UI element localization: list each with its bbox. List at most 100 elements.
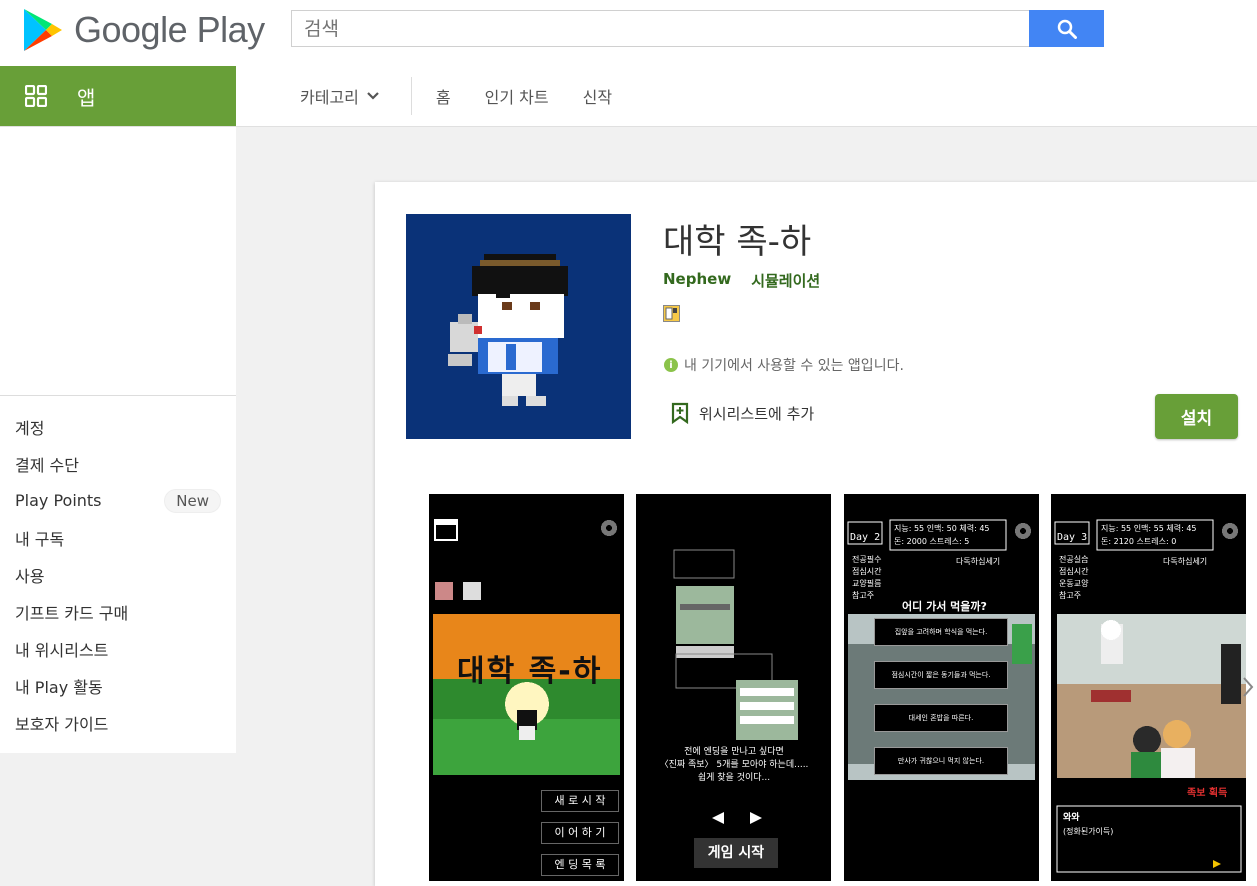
story-text: 전에 엔딩을 만나고 싶다면 〈진짜 족보〉 5개를 모아야 하는데..... … [644,746,824,785]
screenshot-1[interactable]: 대학 족-하 새 로 시 작 이 어 하 기 엔 딩 목 록 [429,494,624,881]
availability-text: 내 기기에서 사용할 수 있는 앱입니다. [684,358,904,374]
schedule-item: 운동교양 [1059,579,1089,588]
top-bar: Google Play [0,0,1257,66]
stat-hp: 체력: 45 [1166,524,1197,533]
stat-hp: 체력: 45 [959,524,990,533]
dialog-speaker: 와와 [1063,813,1080,823]
tutorial-art [636,494,831,881]
choice-option: 점심시간이 짧은 동기들과 먹는다. [874,661,1008,689]
question-text: 어디 가서 먹을까? [902,600,987,613]
apps-tab[interactable]: 앱 [0,66,236,126]
choice-list: 집앞을 고려하며 학식을 먹는다. 점심시간이 짧은 동기들과 먹는다. 대세인… [874,618,1008,775]
category-link[interactable]: 시뮬레이션 [751,270,820,291]
sidebar-item-play-points[interactable]: Play Points New [0,482,236,519]
schedule-list: 전공실습 점심시간 운동교양 참고주 [1059,554,1088,602]
wishlist-label: 위시리스트에 추가 [699,404,815,423]
developer-link[interactable]: Nephew [663,270,731,291]
add-to-wishlist-button[interactable]: 위시리스트에 추가 [671,402,814,424]
stat-int: 지능: 55 [1101,524,1132,533]
status-tag: 다독하십세기 [1163,557,1208,566]
menu-new-game: 새 로 시 작 [541,790,619,812]
nav-links: 카테고리 홈 인기 차트 신작 [300,66,612,126]
story-line: 〈진짜 족보〉 5개를 모아야 하는데..... [659,760,809,770]
schedule-item: 참고주 [852,591,875,600]
stat-stress: 스트레스: 5 [929,537,970,546]
sidebar-item-subscriptions[interactable]: 내 구독 [0,519,236,556]
nav-home[interactable]: 홈 [436,84,451,108]
day-label: Day 2 [850,532,881,543]
sidebar-item-label: 내 구독 [15,529,65,549]
stat-social: 인맥: 55 [1133,524,1164,533]
search-icon [1057,19,1077,39]
dialog-text: (정화된가이득) [1063,827,1114,836]
screenshot-3[interactable]: Day 2 지능: 55 인맥: 50 체력: 45 돈: 2000 스트레스:… [844,494,1039,881]
schedule-item: 전공실습 [1059,555,1089,564]
screenshot-2[interactable]: 전에 엔딩을 만나고 싶다면 〈진짜 족보〉 5개를 모아야 하는데..... … [636,494,831,881]
sidebar-item-gift-card[interactable]: 기프트 카드 구매 [0,593,236,630]
stat-stress: 스트레스: 0 [1136,537,1177,546]
search-button[interactable] [1029,10,1104,47]
item-found-text: 족보 획득 [1187,788,1228,799]
sidebar-item-account[interactable]: 계정 [0,408,236,445]
choice-option: 만사가 귀찮으니 먹지 않는다. [874,747,1008,775]
schedule-item: 교양필름 [852,579,882,588]
google-play-logo[interactable]: Google Play [22,5,265,55]
title-art-text: 대학 족-하 [457,654,603,689]
sidebar-item-label: Play Points [15,491,102,510]
schedule-item: 전공필수 [852,555,882,564]
screenshot-carousel: 대학 족-하 새 로 시 작 이 어 하 기 엔 딩 목 록 전에 엔딩을 만나… [429,494,1257,886]
title-menu: 새 로 시 작 이 어 하 기 엔 딩 목 록 [541,790,619,876]
day-label: Day 3 [1057,532,1088,543]
apps-tab-label: 앱 [77,85,96,110]
play-triangle-icon [24,9,62,51]
new-badge: New [164,488,221,513]
search-input[interactable] [291,10,1029,47]
menu-endings: 엔 딩 목 록 [541,854,619,876]
apps-grid-icon [25,85,47,107]
screenshot-4[interactable]: Day 3 지능: 55 인맥: 55 체력: 45 돈: 2120 스트레스:… [1051,494,1246,881]
install-button[interactable]: 설치 [1155,394,1238,439]
category-dropdown[interactable]: 카테고리 [300,84,381,108]
brand-text: Google Play [74,9,265,50]
sidebar: 계정 결제 수단 Play Points New 내 구독 사용 기프트 카드 … [0,127,236,753]
sidebar-item-redeem[interactable]: 사용 [0,556,236,593]
stat-int: 지능: 55 [894,524,925,533]
sidebar-item-activity[interactable]: 내 Play 활동 [0,667,236,704]
menu-continue: 이 어 하 기 [541,822,619,844]
info-icon: i [664,358,678,372]
app-icon [406,214,631,439]
sidebar-item-label: 사용 [15,566,45,586]
category-label: 카테고리 [300,88,359,107]
choice-option: 집앞을 고려하며 학식을 먹는다. [874,618,1008,646]
sidebar-item-label: 계정 [15,418,45,438]
schedule-list: 전공필수 점심시간 교양필름 참고주 [852,554,881,602]
sidebar-item-label: 보호자 가이드 [15,714,109,734]
app-meta: Nephew 시뮬레이션 [663,270,840,291]
sidebar-item-label: 내 위시리스트 [15,640,109,660]
schedule-item: 점심시간 [1059,567,1089,576]
nav-new-releases[interactable]: 신작 [583,84,612,108]
nav-divider [410,77,412,115]
availability-notice: i 내 기기에서 사용할 수 있는 앱입니다. [664,355,904,375]
sidebar-links: 계정 결제 수단 Play Points New 내 구독 사용 기프트 카드 … [0,395,236,753]
story-line: 전에 엔딩을 만나고 싶다면 [684,747,784,757]
nav-top-charts[interactable]: 인기 차트 [485,84,549,108]
schedule-item: 점심시간 [852,567,882,576]
sidebar-item-wishlist[interactable]: 내 위시리스트 [0,630,236,667]
nav-bar: 앱 카테고리 홈 인기 차트 신작 [0,66,1257,127]
content-rating-icon [663,305,680,322]
carousel-next-icon[interactable] [1241,675,1255,699]
app-title: 대학 족-하 [663,222,812,262]
stats-panel: 지능: 55 인맥: 50 체력: 45 돈: 2000 스트레스: 5 [894,522,1006,548]
sidebar-item-parent-guide[interactable]: 보호자 가이드 [0,704,236,741]
bookmark-add-icon [671,402,689,424]
start-game-label: 게임 시작 [694,838,778,868]
stats-panel: 지능: 55 인맥: 55 체력: 45 돈: 2120 스트레스: 0 [1101,522,1213,548]
sidebar-item-payment[interactable]: 결제 수단 [0,445,236,482]
stat-social: 인맥: 50 [926,524,957,533]
schedule-item: 참고주 [1059,591,1082,600]
chevron-down-icon [367,92,379,100]
status-tag: 다독하십세기 [956,557,1001,566]
story-line: 쉽게 찾을 것이다... [697,773,771,783]
choice-option: 대세인 혼밥을 따른다. [874,704,1008,732]
